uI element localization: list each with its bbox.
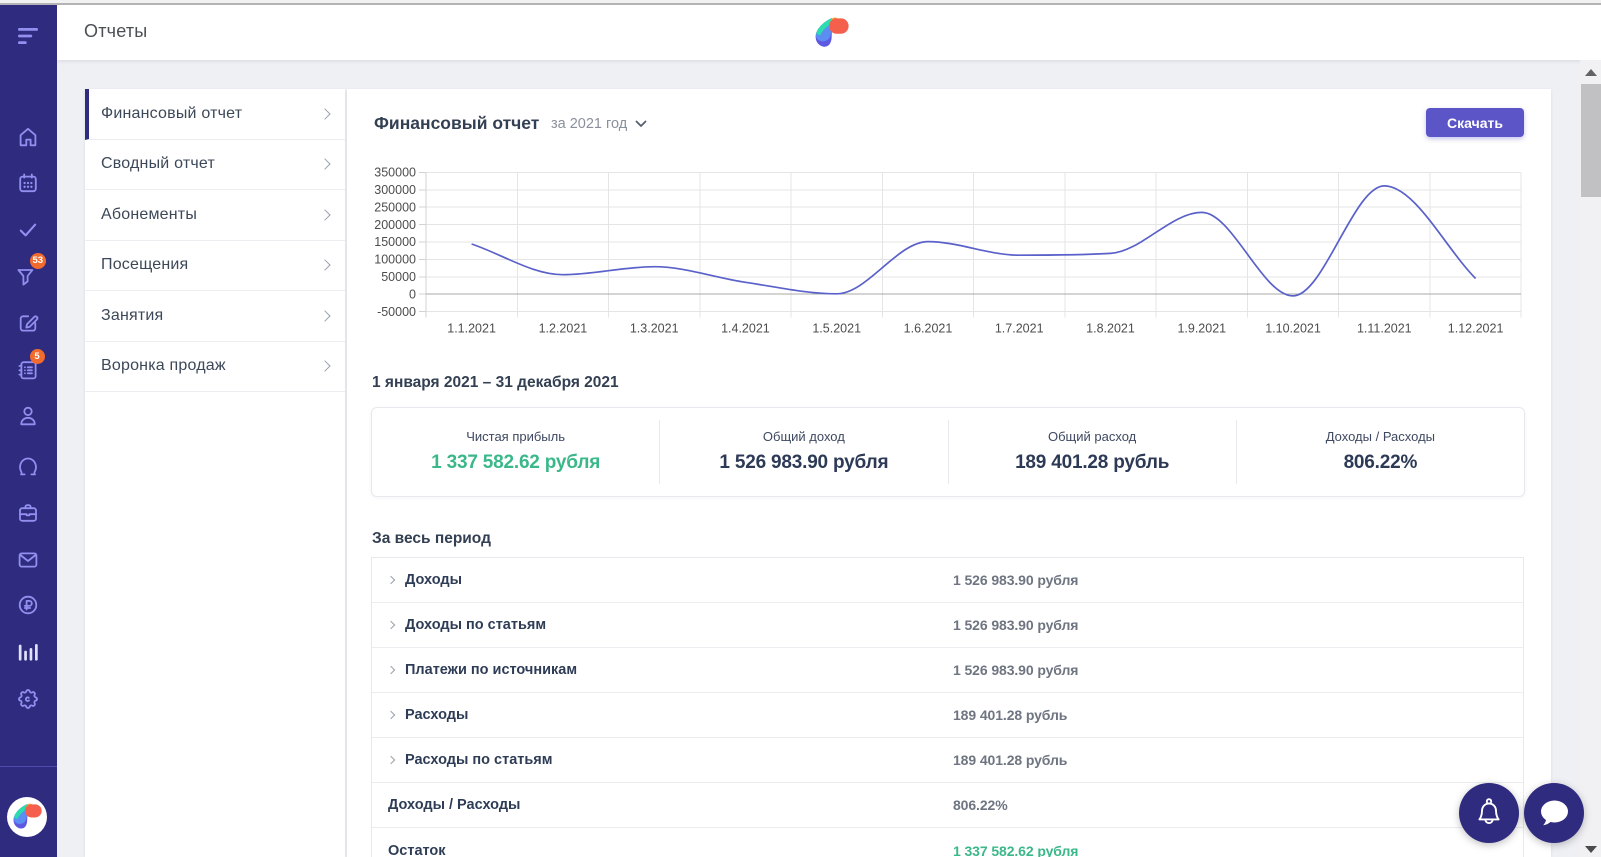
svg-text:1.2.2021: 1.2.2021 — [539, 322, 588, 336]
svg-text:1.7.2021: 1.7.2021 — [995, 322, 1044, 336]
svg-text:1.9.2021: 1.9.2021 — [1177, 322, 1226, 336]
svg-text:1.8.2021: 1.8.2021 — [1086, 322, 1135, 336]
svg-text:1.10.2021: 1.10.2021 — [1265, 322, 1321, 336]
svg-text:1.1.2021: 1.1.2021 — [447, 322, 496, 336]
svg-text:350000: 350000 — [374, 166, 416, 180]
svg-text:1.6.2021: 1.6.2021 — [904, 322, 953, 336]
svg-text:0: 0 — [409, 287, 416, 301]
svg-text:1.4.2021: 1.4.2021 — [721, 322, 770, 336]
svg-text:150000: 150000 — [374, 235, 416, 249]
svg-text:1.5.2021: 1.5.2021 — [812, 322, 861, 336]
svg-text:200000: 200000 — [374, 218, 416, 232]
svg-text:1.3.2021: 1.3.2021 — [630, 322, 679, 336]
svg-text:300000: 300000 — [374, 183, 416, 197]
svg-text:250000: 250000 — [374, 200, 416, 214]
svg-text:1.11.2021: 1.11.2021 — [1357, 322, 1412, 336]
svg-text:-50000: -50000 — [377, 305, 416, 319]
svg-text:100000: 100000 — [374, 253, 416, 267]
svg-text:1.12.2021: 1.12.2021 — [1448, 322, 1504, 336]
svg-text:50000: 50000 — [381, 270, 416, 284]
